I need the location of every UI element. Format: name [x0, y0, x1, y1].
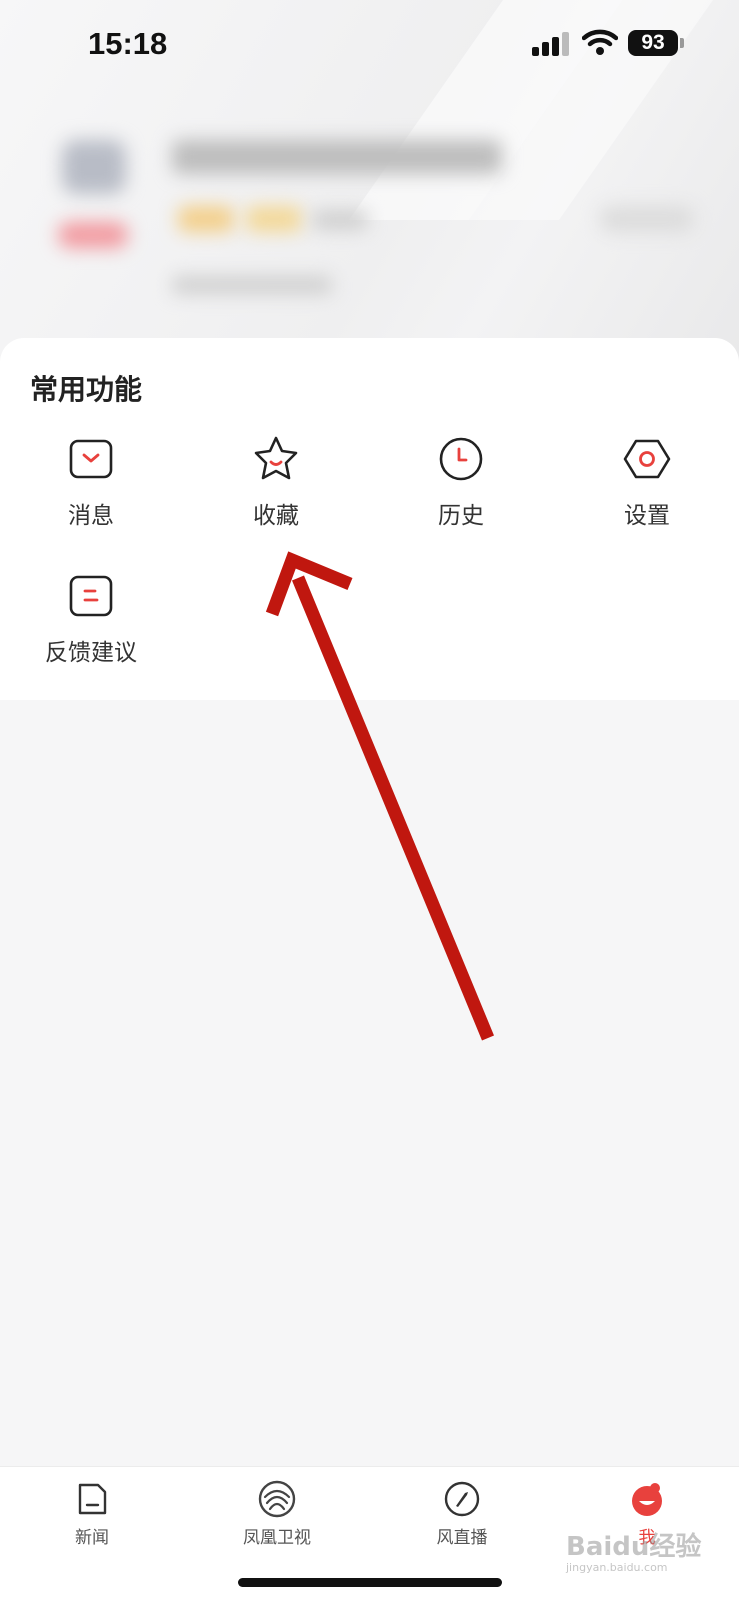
- compass-icon: [444, 1481, 480, 1517]
- news-icon: [78, 1483, 107, 1515]
- func-settings-button[interactable]: 设置: [572, 434, 722, 530]
- func-label: 消息: [68, 503, 114, 529]
- profile-stats: [172, 276, 332, 294]
- func-label: 收藏: [253, 503, 299, 529]
- tab-phoenix-tv[interactable]: 凤凰卫视: [202, 1479, 352, 1548]
- func-history-button[interactable]: 历史: [386, 434, 536, 530]
- func-feedback-button[interactable]: 反馈建议: [16, 571, 166, 667]
- battery-level: 93: [628, 30, 678, 56]
- wifi-icon: [582, 29, 618, 55]
- profile-link[interactable]: [600, 206, 694, 232]
- func-label: 历史: [438, 503, 484, 529]
- level-badge: [246, 206, 302, 232]
- section-title: 常用功能: [30, 373, 143, 406]
- func-label: 反馈建议: [45, 640, 137, 666]
- level-text: [312, 210, 368, 230]
- common-functions-card: 常用功能 消息 收藏 历史 设置 反馈建议: [0, 338, 739, 700]
- tab-label: 新闻: [75, 1528, 109, 1548]
- tab-label: 风直播: [436, 1528, 488, 1548]
- star-icon: [254, 436, 298, 480]
- cellular-signal-icon: [532, 32, 572, 56]
- home-indicator[interactable]: [238, 1578, 502, 1587]
- tab-label: 凤凰卫视: [243, 1528, 311, 1548]
- watermark-text: Baidu经验: [566, 1532, 702, 1562]
- clock-icon: [439, 437, 483, 481]
- status-time: 15:18: [88, 26, 168, 61]
- message-icon: [69, 439, 113, 479]
- status-bar: 15:18 93: [0, 0, 739, 90]
- gear-hexagon-icon: [623, 439, 671, 479]
- func-favorites-button[interactable]: 收藏: [201, 434, 351, 530]
- phoenix-logo-icon: [258, 1480, 296, 1518]
- username: [172, 140, 502, 174]
- vip-badge: [58, 222, 128, 248]
- tab-live[interactable]: 风直播: [387, 1479, 537, 1548]
- baidu-watermark: Baidu经验 jingyan.baidu.com: [566, 1526, 716, 1582]
- func-messages-button[interactable]: 消息: [16, 434, 166, 530]
- tab-news[interactable]: 新闻: [17, 1479, 167, 1548]
- func-label: 设置: [624, 503, 670, 529]
- avatar[interactable]: [62, 140, 126, 194]
- profile-icon: [632, 1483, 662, 1516]
- level-badge: [178, 206, 234, 232]
- battery-tip: [680, 38, 684, 48]
- feedback-icon: [69, 575, 113, 617]
